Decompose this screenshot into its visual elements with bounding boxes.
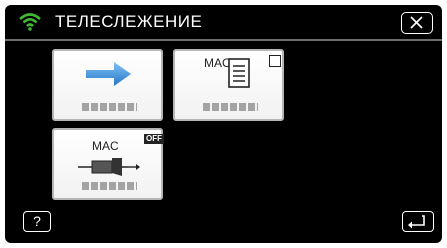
header-bar: ТЕЛЕСЛЕЖЕНИЕ <box>5 5 442 41</box>
page-title: ТЕЛЕСЛЕЖЕНИЕ <box>55 12 203 31</box>
checkbox-icon <box>269 55 281 67</box>
wifi-icon <box>19 13 41 31</box>
off-badge: OFF <box>144 134 164 144</box>
tile-mac-off[interactable]: MAC OFF <box>52 128 164 200</box>
arrow-right-icon <box>86 62 131 86</box>
tile-label-placeholder <box>82 182 137 190</box>
return-icon <box>408 215 425 229</box>
tile-remote-monitor-start[interactable] <box>52 49 163 121</box>
close-icon <box>410 16 423 29</box>
help-button[interactable]: ? <box>23 211 51 232</box>
projector-icon <box>78 158 140 176</box>
screen: ТЕЛЕСЛЕЖЕНИЕ MAC MAC OFF ? <box>5 5 442 243</box>
document-icon <box>228 58 250 88</box>
back-button[interactable] <box>402 211 434 232</box>
mac-label: MAC <box>92 139 119 153</box>
tile-label-placeholder <box>203 103 258 111</box>
tile-label-placeholder <box>82 103 137 111</box>
tile-mac-document[interactable]: MAC <box>173 49 284 121</box>
close-button[interactable] <box>401 12 433 34</box>
